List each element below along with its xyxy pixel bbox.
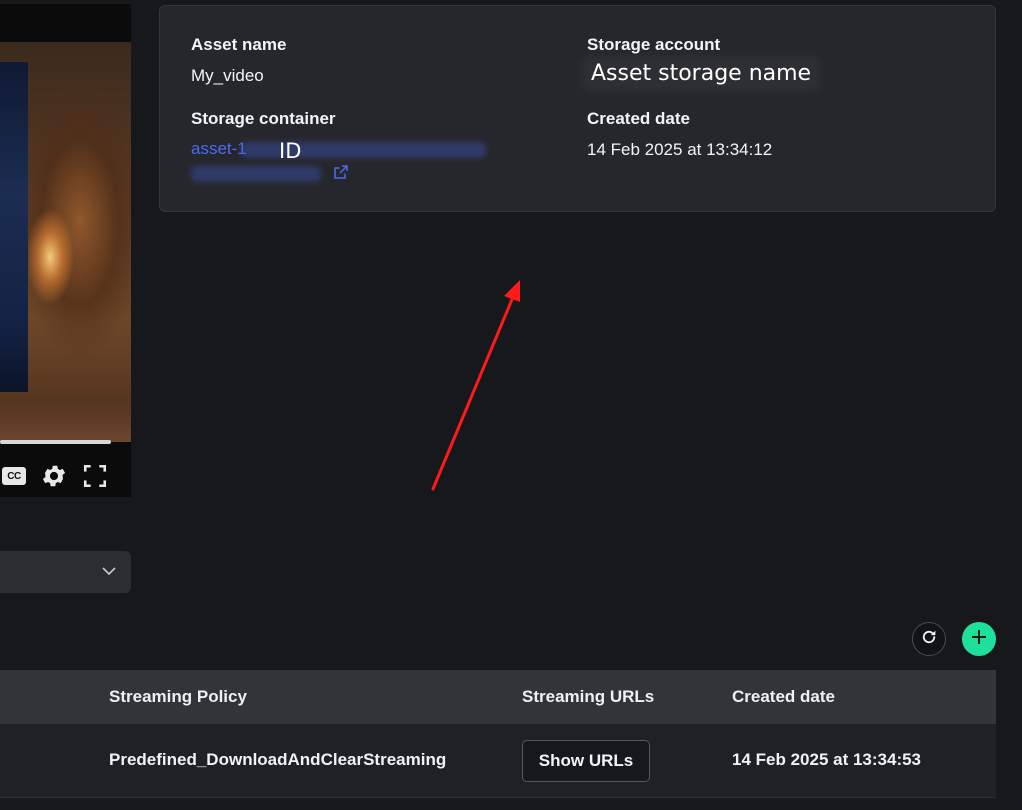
column-header-created-date: Created date xyxy=(732,687,835,706)
add-button[interactable] xyxy=(962,622,996,656)
video-controls: CC xyxy=(0,458,131,494)
asset-details-card: Asset name My_video Storage account Asse… xyxy=(159,5,996,212)
table-row: Predefined_DownloadAndClearStreaming Sho… xyxy=(0,724,996,798)
gear-icon[interactable] xyxy=(40,462,68,490)
storage-account-field: Storage account Asset storage name xyxy=(587,35,816,86)
created-date-label: Created date xyxy=(587,109,690,128)
refresh-icon xyxy=(920,628,938,651)
fullscreen-icon[interactable] xyxy=(82,463,108,489)
storage-container-field: Storage container asset-1 ID xyxy=(191,109,491,185)
storage-container-link[interactable]: asset-1 ID xyxy=(191,139,491,185)
column-header-streaming-urls: Streaming URLs xyxy=(522,687,655,706)
app-root: CC Asset name My_video Storage account A… xyxy=(0,0,1022,810)
streaming-policy-cell: Predefined_DownloadAndClearStreaming xyxy=(109,750,447,769)
streaming-locators-table: Streaming Policy Streaming URLs Created … xyxy=(0,670,996,798)
created-date-value: 14 Feb 2025 at 13:34:12 xyxy=(587,140,773,159)
video-player[interactable]: CC xyxy=(0,4,131,497)
video-progress-bar[interactable] xyxy=(0,440,111,444)
storage-container-link-text[interactable]: asset-1 xyxy=(191,139,247,159)
column-header-streaming-policy: Streaming Policy xyxy=(109,687,247,706)
select-dropdown[interactable] xyxy=(0,551,131,593)
refresh-button[interactable] xyxy=(912,622,946,656)
cc-icon[interactable]: CC xyxy=(2,467,26,485)
chevron-down-icon[interactable] xyxy=(101,563,117,581)
asset-name-value: My_video xyxy=(191,66,264,85)
show-urls-button[interactable]: Show URLs xyxy=(522,740,650,782)
plus-icon xyxy=(971,629,987,650)
external-link-icon[interactable] xyxy=(333,164,349,185)
asset-name-label: Asset name xyxy=(191,35,287,54)
id-overlay-text: ID xyxy=(279,139,302,163)
storage-container-label: Storage container xyxy=(191,109,336,128)
storage-account-label: Storage account xyxy=(587,35,721,54)
storage-account-value: Asset storage name xyxy=(587,61,816,86)
redacted-blur xyxy=(191,166,321,182)
asset-name-field: Asset name My_video xyxy=(191,35,286,86)
table-header: Streaming Policy Streaming URLs Created … xyxy=(0,670,996,724)
created-date-cell: 14 Feb 2025 at 13:34:53 xyxy=(732,750,922,769)
redacted-blur xyxy=(241,142,486,158)
video-frame[interactable] xyxy=(0,42,131,442)
created-date-field: Created date 14 Feb 2025 at 13:34:12 xyxy=(587,109,772,160)
